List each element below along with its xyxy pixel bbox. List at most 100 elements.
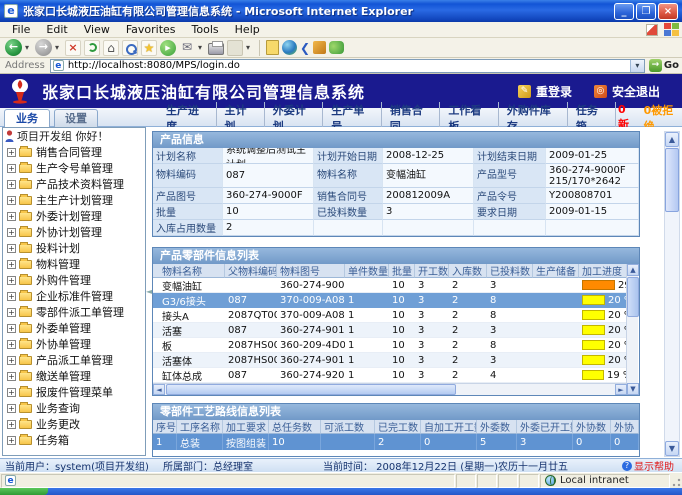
- tab-settings[interactable]: 设置: [54, 109, 98, 127]
- col-coop[interactable]: 外协数: [573, 420, 611, 434]
- sidebar-item-scrap-mgmt[interactable]: 报废件管理菜单: [3, 384, 145, 400]
- maximize-button[interactable]: ❐: [636, 3, 656, 20]
- sidebar-item-product-dispatch[interactable]: 产品派工单管理: [3, 352, 145, 368]
- col-stocked[interactable]: 入库数: [449, 264, 487, 278]
- parts-row-selected[interactable]: G3/6接头087 370-009-A08401 103 28 20 %: [153, 293, 639, 308]
- col-self-started[interactable]: 自加工开工数: [421, 420, 477, 434]
- sidebar-item-coop-order[interactable]: 外协单管理: [3, 336, 145, 352]
- menu-tools[interactable]: Tools: [184, 23, 227, 36]
- expand-icon[interactable]: [7, 340, 16, 349]
- chat-icon[interactable]: ❮: [300, 41, 310, 55]
- menu-favorites[interactable]: Favorites: [118, 23, 184, 36]
- address-input[interactable]: e http://localhost:8080/MPS/login.do ▾: [50, 59, 645, 73]
- edit-icon[interactable]: [227, 40, 243, 56]
- sidebar-item-standard-parts[interactable]: 企业标准件管理: [3, 288, 145, 304]
- col-fed[interactable]: 已投料数: [487, 264, 533, 278]
- scroll-up-icon[interactable]: ▲: [627, 264, 639, 276]
- back-dropdown-icon[interactable]: ▾: [25, 43, 32, 52]
- windows-taskbar[interactable]: [0, 488, 682, 495]
- col-process-name[interactable]: 工序名称: [177, 420, 223, 434]
- go-button[interactable]: → Go: [649, 59, 679, 72]
- parts-row[interactable]: 缸体总成087 360-274-9200F1 103 24 19 %: [153, 368, 639, 383]
- menu-edit[interactable]: Edit: [38, 23, 75, 36]
- sidebar-item-delivery-order[interactable]: 缴送单管理: [3, 368, 145, 384]
- scroll-thumb[interactable]: [627, 277, 639, 317]
- col-seq[interactable]: 序号: [153, 420, 177, 434]
- sidebar-item-master-plan[interactable]: 主生产计划管理: [3, 192, 145, 208]
- col-progress[interactable]: 加工进度: [579, 264, 627, 278]
- expand-icon[interactable]: [7, 292, 16, 301]
- sidebar-item-purchased-parts[interactable]: 外购件管理: [3, 272, 145, 288]
- sidebar-item-tech-docs[interactable]: 产品技术资料管理: [3, 176, 145, 192]
- expand-icon[interactable]: [7, 244, 16, 253]
- back-icon[interactable]: ←: [5, 39, 22, 56]
- scroll-down-icon[interactable]: ▼: [627, 383, 639, 395]
- sidebar-item-order-no[interactable]: 生产令号单管理: [3, 160, 145, 176]
- parts-row[interactable]: 变幅油缸 360-274-9000F 103 23 29 %: [153, 278, 639, 293]
- media-icon[interactable]: ▶: [160, 40, 176, 56]
- close-button[interactable]: ×: [658, 3, 678, 20]
- start-button-fragment[interactable]: [0, 488, 48, 495]
- col-reserve[interactable]: 生产储备: [533, 264, 579, 278]
- parts-row[interactable]: 接头A2087QT002 370-009-A08501 103 28 20 %: [153, 308, 639, 323]
- expand-icon[interactable]: [7, 308, 16, 317]
- sidebar-item-dispatch-order[interactable]: 零部件派工单管理: [3, 304, 145, 320]
- menu-view[interactable]: View: [76, 23, 118, 36]
- mail-dropdown-icon[interactable]: ▾: [198, 43, 205, 52]
- edit-dropdown-icon[interactable]: ▾: [246, 43, 253, 52]
- parts-row[interactable]: 活塞087 360-274-9010F1 103 23 20 %: [153, 323, 639, 338]
- tab-business[interactable]: 业务: [4, 109, 50, 127]
- scroll-right-icon[interactable]: ►: [615, 384, 627, 395]
- col-batch[interactable]: 批量: [389, 264, 415, 278]
- forward-dropdown-icon[interactable]: ▾: [55, 43, 62, 52]
- col-dispatchable[interactable]: 可派工数: [321, 420, 375, 434]
- expand-icon[interactable]: [7, 324, 16, 333]
- address-dropdown-icon[interactable]: ▾: [630, 60, 644, 72]
- refresh-icon[interactable]: [84, 40, 100, 56]
- expand-icon[interactable]: [7, 260, 16, 269]
- resize-grip[interactable]: [670, 474, 682, 488]
- parts-row[interactable]: 板2087HS002 360-209-4D0101 103 28 20 %: [153, 338, 639, 353]
- home-icon[interactable]: ⌂: [103, 40, 119, 56]
- mail-icon[interactable]: ✉: [179, 40, 195, 56]
- scroll-down-icon[interactable]: ▼: [665, 441, 679, 456]
- col-requirement[interactable]: 加工要求: [223, 420, 269, 434]
- expand-icon[interactable]: [7, 196, 16, 205]
- parts-row[interactable]: 活塞体2087HS002 360-274-9011W1 103 23 20 %: [153, 353, 639, 368]
- col-unit-qty[interactable]: 单件数量: [345, 264, 389, 278]
- scroll-thumb[interactable]: [166, 384, 456, 395]
- expand-icon[interactable]: [7, 164, 16, 173]
- address-url[interactable]: http://localhost:8080/MPS/login.do: [68, 60, 630, 71]
- expand-icon[interactable]: [7, 356, 16, 365]
- expand-icon[interactable]: [7, 212, 16, 221]
- print-icon[interactable]: [208, 43, 224, 55]
- expand-icon[interactable]: [7, 420, 16, 429]
- notes-icon[interactable]: [266, 40, 279, 55]
- show-help-link[interactable]: ? 显示帮助: [622, 458, 674, 473]
- messenger-icon[interactable]: [282, 40, 297, 55]
- expand-icon[interactable]: [7, 148, 16, 157]
- expand-icon[interactable]: [7, 276, 16, 285]
- col-drawing-no[interactable]: 物料图号: [277, 264, 345, 278]
- sidebar-item-material-mgmt[interactable]: 物料管理: [3, 256, 145, 272]
- logout-button[interactable]: ◎ 安全退出: [594, 83, 660, 100]
- scroll-up-icon[interactable]: ▲: [665, 132, 679, 147]
- sidebar-item-coop-plan[interactable]: 外协计划管理: [3, 224, 145, 240]
- col-material-name[interactable]: 物料名称: [159, 264, 225, 278]
- sidebar-item-outsource-order[interactable]: 外委单管理: [3, 320, 145, 336]
- search-icon[interactable]: [122, 40, 138, 56]
- col-finished[interactable]: 已完工数: [375, 420, 421, 434]
- expand-icon[interactable]: [7, 404, 16, 413]
- expand-icon[interactable]: [7, 388, 16, 397]
- expand-icon[interactable]: [7, 228, 16, 237]
- col-total-tasks[interactable]: 总任务数: [269, 420, 321, 434]
- sidebar-item-business-query[interactable]: 业务查询: [3, 400, 145, 416]
- col-started[interactable]: 开工数: [415, 264, 449, 278]
- contacts-icon[interactable]: [329, 41, 344, 54]
- parts-table-vertical-scrollbar[interactable]: ▲ ▼: [626, 264, 638, 395]
- col-outsourced[interactable]: 外委数: [477, 420, 517, 434]
- col-parent-code[interactable]: 父物料编码: [225, 264, 277, 278]
- main-vertical-scrollbar[interactable]: ▲ ▼: [664, 131, 680, 457]
- sidebar-item-sales-contract[interactable]: 销售合同管理: [3, 144, 145, 160]
- scroll-left-icon[interactable]: ◄: [153, 384, 165, 395]
